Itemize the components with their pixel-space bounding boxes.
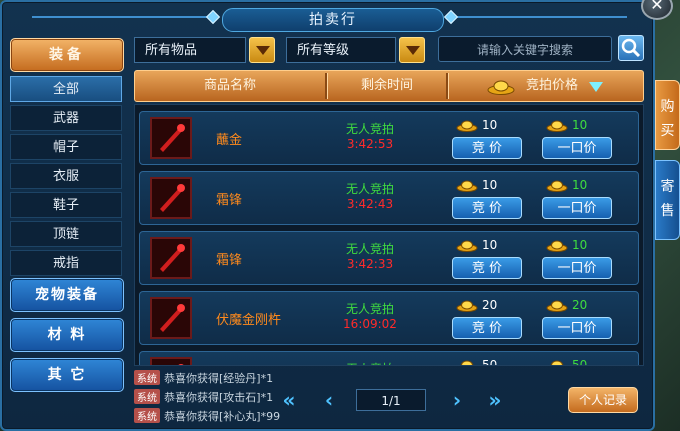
time-left: 3:42:43 bbox=[346, 197, 394, 211]
sort-down-icon bbox=[589, 82, 603, 92]
subcategory-hat[interactable]: 帽子 bbox=[10, 134, 122, 160]
header-price-sort[interactable]: 竞拍价格 bbox=[449, 71, 643, 101]
bid-status: 无人竞拍 bbox=[330, 360, 410, 365]
gold-ingot-icon bbox=[546, 240, 568, 252]
bid-button[interactable]: 竞 价 bbox=[452, 197, 522, 219]
bid-button[interactable]: 竞 价 bbox=[452, 257, 522, 279]
header-bid-price: 竞拍价格 bbox=[525, 78, 578, 93]
time-left: 3:42:33 bbox=[346, 257, 394, 271]
auction-list: 蘸金 无人竞拍 3:42:53 10 竞 价 10 一口价 霜锋 无人竞拍 3:42:43 10 竞 … bbox=[134, 104, 644, 366]
bid-price: 10 bbox=[482, 238, 498, 252]
title-decoration-right bbox=[447, 16, 627, 18]
bid-status: 无人竞拍 bbox=[345, 122, 394, 136]
buyout-button[interactable]: 一口价 bbox=[542, 257, 612, 279]
gold-ingot-icon bbox=[549, 360, 565, 365]
bid-status: 无人竞拍 bbox=[345, 182, 394, 196]
gold-ingot-icon bbox=[546, 120, 568, 132]
beast-claw-icon[interactable] bbox=[150, 177, 192, 219]
personal-records-button[interactable]: 个人记录 bbox=[568, 387, 638, 413]
item-name: 霜锋 bbox=[216, 193, 243, 208]
subcategory-weapon[interactable]: 武器 bbox=[10, 105, 122, 131]
gold-ingot-icon bbox=[459, 360, 475, 365]
chat-line: 系统 恭喜你获得[经验丹]*1 bbox=[134, 370, 354, 389]
level-filter-dropdown-icon[interactable] bbox=[399, 37, 425, 63]
item-name: 蘸金 bbox=[216, 133, 243, 148]
buyout-button[interactable]: 一口价 bbox=[542, 197, 612, 219]
buyout-price: 10 bbox=[572, 178, 588, 192]
first-page-button[interactable]: « bbox=[278, 389, 300, 411]
buyout-button[interactable]: 一口价 bbox=[542, 317, 612, 339]
gold-ingot-icon bbox=[546, 180, 568, 192]
title-gem-right bbox=[443, 9, 459, 25]
listing-row[interactable]: 无人竞拍50竞 价50一口价 bbox=[139, 351, 639, 366]
tab-buy-label: 购买 bbox=[660, 99, 675, 139]
level-filter-select[interactable]: 所有等级 bbox=[286, 37, 396, 63]
gold-ingot-icon bbox=[456, 240, 478, 252]
bid-button[interactable]: 竞 价 bbox=[452, 317, 522, 339]
item-filter-dropdown-icon[interactable] bbox=[249, 37, 275, 63]
equipment-subcategory-list: 全部 武器 帽子 衣服 鞋子 顶链 戒指 bbox=[10, 76, 122, 279]
listing-row[interactable]: 霜锋 无人竞拍 3:42:43 10 竞 价 10 一口价 bbox=[139, 171, 639, 225]
tab-sell[interactable]: 寄售 bbox=[655, 160, 680, 240]
subcategory-clothes[interactable]: 衣服 bbox=[10, 163, 122, 189]
window-title: 拍卖行 bbox=[222, 8, 444, 32]
bid-button[interactable]: 竞 价 bbox=[452, 137, 522, 159]
listing-row[interactable]: 蘸金 无人竞拍 3:42:53 10 竞 价 10 一口价 bbox=[139, 111, 639, 165]
weapon-spear-icon[interactable] bbox=[150, 117, 192, 159]
prev-page-button[interactable]: ‹ bbox=[318, 389, 340, 411]
bid-price: 10 bbox=[482, 178, 498, 192]
buyout-price: 10 bbox=[572, 118, 588, 132]
close-icon: ✕ bbox=[650, 0, 664, 14]
item-name: 伏魔金刚杵 bbox=[216, 313, 282, 328]
header-time-left: 剩余时间 bbox=[360, 78, 413, 93]
title-decoration-left bbox=[32, 16, 217, 18]
buyout-price: 50 bbox=[572, 358, 588, 366]
gold-ingot-icon bbox=[487, 80, 515, 95]
weapon-icon[interactable] bbox=[150, 357, 192, 365]
beast-claw-icon[interactable] bbox=[150, 237, 192, 279]
title-gem-left bbox=[205, 9, 221, 25]
last-page-button[interactable]: » bbox=[484, 389, 506, 411]
item-name: 霜锋 bbox=[216, 253, 243, 268]
gold-ingot-icon bbox=[456, 120, 478, 132]
gold-ingot-icon bbox=[546, 300, 568, 312]
bid-status: 无人竞拍 bbox=[345, 302, 394, 316]
category-materials-button[interactable]: 材 料 bbox=[10, 318, 124, 352]
subcategory-all[interactable]: 全部 bbox=[10, 76, 122, 102]
subcategory-ring[interactable]: 戒指 bbox=[10, 250, 122, 276]
next-page-button[interactable]: › bbox=[446, 389, 468, 411]
bid-price: 10 bbox=[482, 118, 498, 132]
buyout-button[interactable]: 一口价 bbox=[542, 137, 612, 159]
buyout-price: 20 bbox=[572, 298, 588, 312]
listing-row[interactable]: 霜锋 无人竞拍 3:42:33 10 竞 价 10 一口价 bbox=[139, 231, 639, 285]
subcategory-necklace[interactable]: 顶链 bbox=[10, 221, 122, 247]
time-left: 3:42:53 bbox=[346, 137, 394, 151]
bid-status: 无人竞拍 bbox=[345, 242, 394, 256]
header-item-name: 商品名称 bbox=[203, 78, 256, 93]
gold-ingot-icon bbox=[456, 180, 478, 192]
subcategory-shoes[interactable]: 鞋子 bbox=[10, 192, 122, 218]
search-icon bbox=[621, 38, 641, 58]
page-indicator: 1/1 bbox=[356, 389, 426, 411]
buyout-price: 10 bbox=[572, 238, 588, 252]
bid-price: 50 bbox=[482, 358, 498, 366]
category-equipment-button[interactable]: 装备 bbox=[10, 38, 124, 72]
listing-row[interactable]: 伏魔金刚杵 无人竞拍 16:09:02 20 竞 价 20 一口价 bbox=[139, 291, 639, 345]
tab-sell-label: 寄售 bbox=[660, 179, 675, 219]
category-other-button[interactable]: 其 它 bbox=[10, 358, 124, 392]
bid-price: 20 bbox=[482, 298, 498, 312]
gold-ingot-icon bbox=[456, 300, 478, 312]
search-input[interactable]: 请输入关键字搜索 bbox=[438, 36, 612, 62]
time-left: 16:09:02 bbox=[343, 317, 397, 331]
item-filter-select[interactable]: 所有物品 bbox=[134, 37, 246, 63]
category-pet-equipment-button[interactable]: 宠物装备 bbox=[10, 278, 124, 312]
search-button[interactable] bbox=[618, 35, 644, 61]
table-header: 商品名称 剩余时间 竞拍价格 bbox=[134, 70, 644, 102]
tab-buy[interactable]: 购买 bbox=[655, 80, 680, 150]
mace-icon[interactable] bbox=[150, 297, 192, 339]
